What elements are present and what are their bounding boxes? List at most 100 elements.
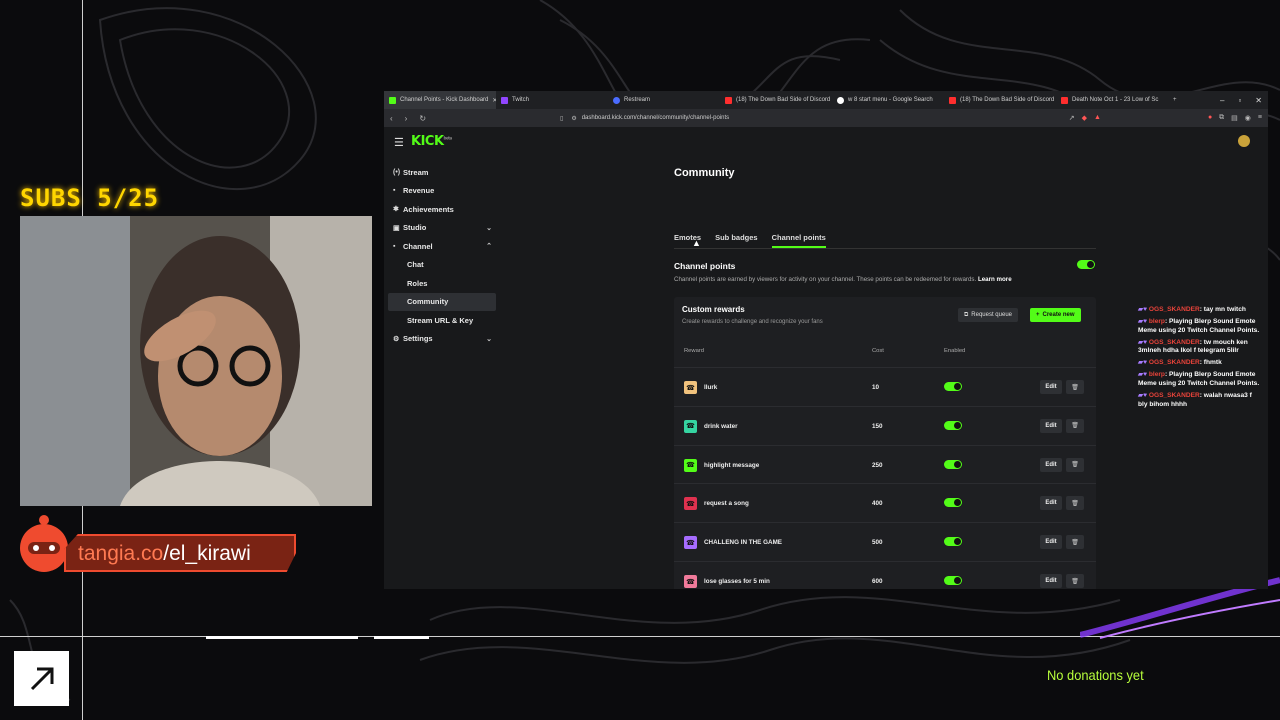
forward-icon[interactable]: › — [405, 114, 408, 123]
tab-sub-badges[interactable]: Sub badges — [715, 233, 758, 248]
edit-button[interactable]: Edit — [1040, 496, 1062, 511]
request-queue-button[interactable]: ⧉ Request queue — [958, 308, 1018, 322]
tab-channel-points[interactable]: Channel points — [771, 233, 826, 248]
create-new-button[interactable]: + Create new — [1030, 308, 1081, 322]
chat-message: ▰♥ OGS_SKANDER: fhmtk — [1138, 359, 1262, 368]
trash-icon[interactable]: 🗑 — [1066, 535, 1084, 550]
edit-button[interactable]: Edit — [1040, 457, 1062, 472]
browser-tab[interactable]: Twitch — [496, 91, 608, 109]
trash-icon[interactable]: 🗑 — [1066, 574, 1084, 588]
kick-dashboard: ☰ KICKbeta (•) Stream ▪ Revenue ✱ Achieveme… — [384, 127, 1268, 589]
custom-rewards-card: Custom rewards Create rewards to challen… — [674, 297, 1096, 589]
menu-icon[interactable]: ≡ — [1258, 114, 1262, 122]
reward-enabled-toggle[interactable] — [944, 576, 962, 585]
extension-icon[interactable]: ◆ — [1082, 114, 1087, 122]
sidebar-item-settings[interactable]: ⚙ Settings ⌄ — [388, 330, 496, 349]
sidebar-item-channel[interactable]: ▪ Channel ⌃ — [388, 237, 496, 256]
learn-more-link[interactable]: Learn more — [978, 276, 1012, 283]
bookmark-icon[interactable]: ▯ — [560, 115, 563, 122]
subs-goal-text: SUBS 5/25 — [20, 184, 160, 212]
rewards-table-header: Reward Cost Enabled — [684, 348, 966, 354]
reward-icon: ☎ — [684, 497, 697, 511]
tangia-banner: tangia.co/el_kirawi — [14, 510, 296, 582]
site-info-icon[interactable]: ⚙ — [571, 115, 576, 122]
browser-tab[interactable]: (18) The Down Bad Side of Discord — [720, 91, 832, 109]
custom-rewards-title: Custom rewards — [682, 305, 745, 314]
trash-icon[interactable]: 🗑 — [1066, 496, 1084, 511]
sidebar-item-achievements[interactable]: ✱ Achievements — [388, 200, 496, 219]
progress-bar-segment — [374, 636, 429, 639]
browser-tab[interactable]: (18) The Down Bad Side of Discord — [944, 91, 1056, 109]
chevron-down-icon: ⌄ — [486, 335, 492, 343]
user-avatar[interactable] — [1238, 135, 1250, 147]
sidebar-item-chat[interactable]: Chat — [388, 256, 496, 275]
donations-status: No donations yet — [1047, 667, 1144, 683]
sidebar-item-stream-url-key[interactable]: Stream URL & Key — [388, 311, 496, 330]
reward-cost: 250 — [872, 461, 883, 469]
sidebar-item-revenue[interactable]: ▪ Revenue — [388, 182, 496, 201]
external-link-icon: ⧉ — [964, 311, 969, 318]
browser-tab[interactable]: Channel Points - Kick Dashboard ✕ — [384, 91, 496, 109]
url-field[interactable]: dashboard.kick.com/channel/community/cha… — [582, 115, 729, 121]
table-row: ☎ request a song 400 Edit 🗑 — [674, 483, 1096, 522]
reward-enabled-toggle[interactable] — [944, 537, 962, 547]
webcam-feed — [20, 216, 372, 506]
trash-icon[interactable]: 🗑 — [1066, 418, 1084, 433]
plus-icon: + — [1036, 312, 1040, 318]
minimize-icon[interactable]: – — [1220, 96, 1224, 105]
record-icon[interactable]: ● — [1208, 114, 1212, 122]
sidebar-icon[interactable]: ▤ — [1231, 114, 1238, 122]
edit-button[interactable]: Edit — [1040, 380, 1062, 394]
tangia-link-text: tangia.co/el_kirawi — [78, 542, 251, 565]
custom-rewards-subtitle: Create rewards to challenge and recogniz… — [682, 319, 823, 325]
back-icon[interactable]: ‹ — [390, 114, 393, 123]
hamburger-menu-icon[interactable]: ☰ — [394, 136, 404, 149]
sidebar-item-community[interactable]: Community — [388, 292, 496, 311]
chat-message: ▰♥ OGS_SKANDER: walah nwasa3 f bly bihom… — [1138, 392, 1262, 409]
reward-name: llurk — [704, 384, 718, 391]
sidebar-item-studio[interactable]: ▣ Studio ⌄ — [388, 219, 496, 238]
new-tab-button[interactable]: + — [1168, 91, 1186, 109]
arrow-up-right-icon — [14, 651, 69, 706]
reward-enabled-toggle[interactable] — [944, 420, 962, 430]
trash-icon[interactable]: 🗑 — [1066, 457, 1084, 472]
reward-icon: ☎ — [684, 419, 697, 433]
reward-name: CHALLENG IN THE GAME — [704, 539, 783, 547]
badge-icon: ▰♥ — [1138, 359, 1149, 367]
channel-points-toggle[interactable] — [1077, 260, 1095, 269]
maximize-icon[interactable]: ▫ — [1238, 96, 1241, 105]
browser-tab[interactable]: Restream — [608, 91, 720, 109]
studio-icon: ▣ — [393, 224, 400, 232]
channel-points-heading: Channel points — [674, 261, 736, 271]
sidebar-item-roles[interactable]: Roles — [388, 274, 496, 293]
extension-icon[interactable]: ▲ — [1094, 114, 1101, 122]
edit-button[interactable]: Edit — [1040, 574, 1062, 588]
trash-icon[interactable]: 🗑 — [1066, 380, 1084, 394]
chat-message: ▰♥ OGS_SKANDER: tay mn twitch — [1138, 306, 1262, 315]
chat-overlay: ▰♥ OGS_SKANDER: tay mn twitch ▰♥ blerp: P… — [1138, 306, 1262, 413]
reward-enabled-toggle[interactable] — [944, 382, 962, 391]
reward-enabled-toggle[interactable] — [944, 498, 962, 508]
kick-logo[interactable]: KICKbeta — [411, 134, 452, 149]
chat-text: : tay mn twitch — [1199, 306, 1246, 313]
close-icon[interactable]: ✕ — [1255, 96, 1262, 105]
table-row: ☎ lose glasses for 5 min 600 Edit 🗑 — [674, 561, 1096, 589]
edit-button[interactable]: Edit — [1040, 535, 1062, 550]
reward-icon: ☎ — [684, 381, 697, 394]
chat-text: : fhmtk — [1199, 359, 1222, 367]
browser-tab[interactable]: Death Note Oct 1 - 23 Low of Sc — [1056, 91, 1168, 109]
chat-message: ▰♥ blerp: Playing Blerp Sound Emote Meme… — [1138, 318, 1262, 335]
share-icon[interactable]: ↗ — [1069, 114, 1075, 122]
reward-enabled-toggle[interactable] — [944, 459, 962, 469]
chevron-down-icon: ⌄ — [486, 224, 492, 232]
chat-username: OGS_SKANDER — [1148, 338, 1200, 346]
profile-icon[interactable]: ◉ — [1245, 114, 1251, 122]
extensions-icon[interactable]: ⧉ — [1219, 114, 1224, 122]
revenue-icon: ▪ — [393, 187, 396, 195]
reload-icon[interactable]: ↻ — [419, 114, 426, 123]
browser-tab[interactable]: w 8 start menu - Google Search — [832, 91, 944, 109]
edit-button[interactable]: Edit — [1040, 418, 1062, 433]
sidebar-item-stream[interactable]: (•) Stream — [388, 163, 496, 182]
stream-icon: (•) — [393, 168, 401, 176]
channel-icon: ▪ — [393, 242, 396, 250]
